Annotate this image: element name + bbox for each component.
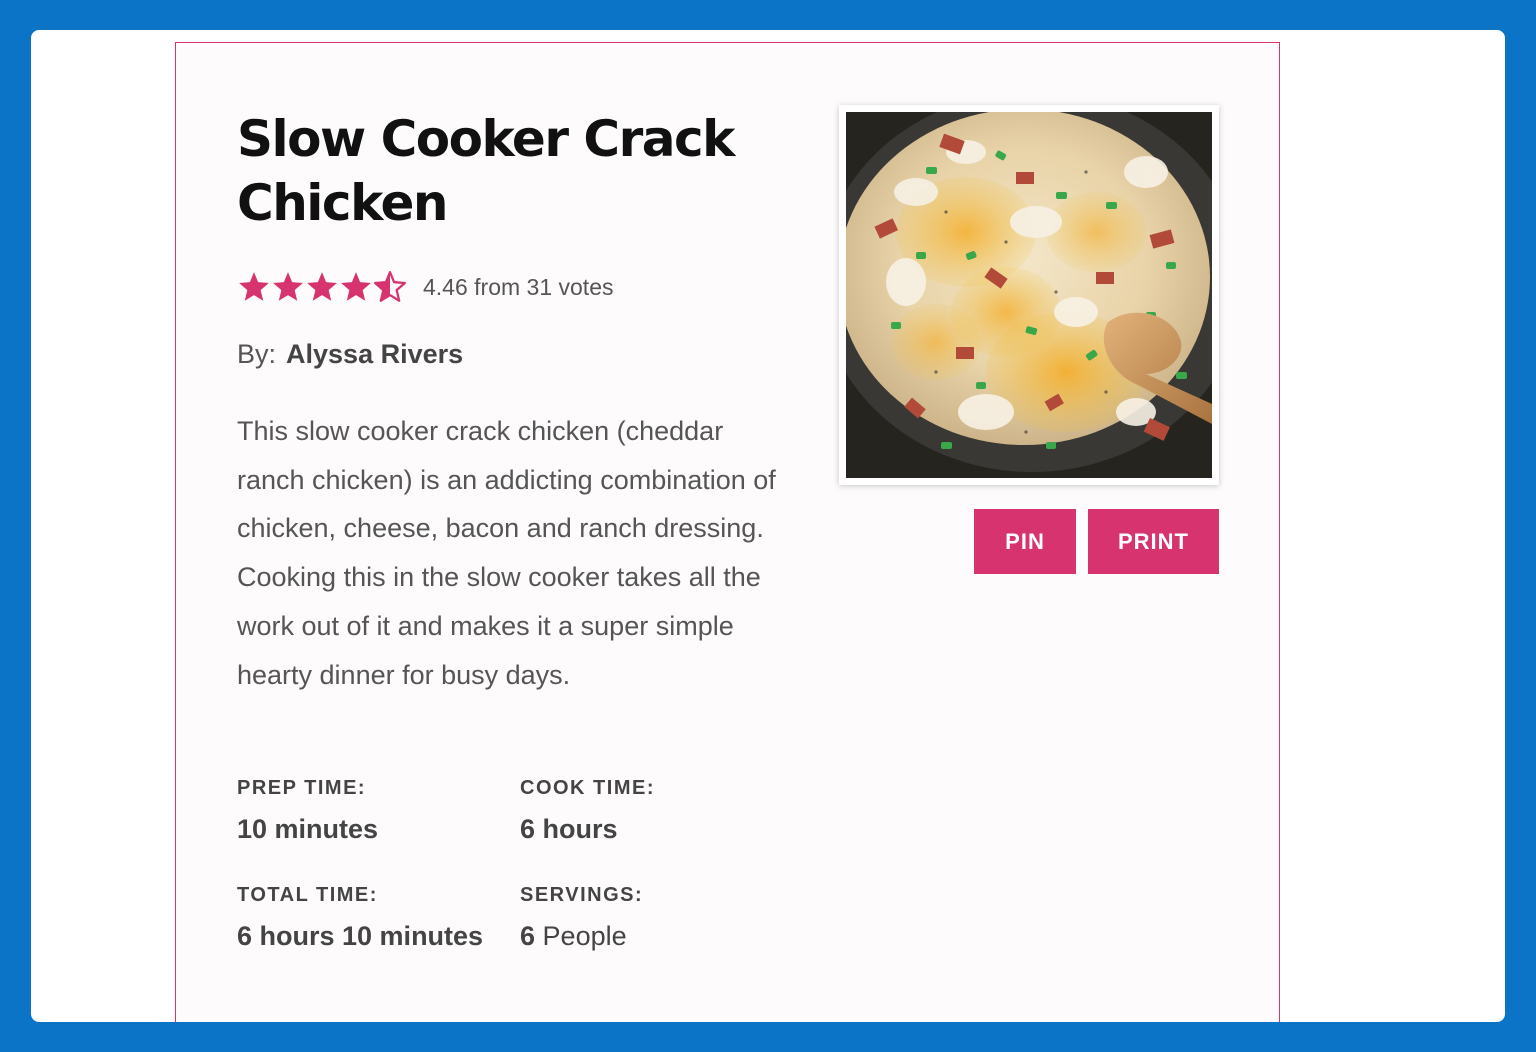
rating-row[interactable]: 4.46 from 31 votes	[237, 269, 614, 305]
total-time: TOTAL TIME: 6 hours 10 minutes	[237, 884, 483, 952]
pin-button[interactable]: PIN	[974, 509, 1076, 574]
star-icon[interactable]	[237, 270, 271, 304]
cook-time-value: 6 hours	[520, 814, 618, 844]
cook-time: COOK TIME: 6 hours	[520, 777, 655, 845]
recipe-photo[interactable]	[839, 105, 1219, 485]
recipe-description: This slow cooker crack chicken (cheddar …	[237, 416, 776, 690]
half-star-icon[interactable]	[373, 270, 407, 304]
recipe-photo-image	[846, 112, 1212, 478]
star-icon[interactable]	[271, 270, 305, 304]
star-icon[interactable]	[339, 270, 373, 304]
recipe-card: Slow Cooker Crack Chicken 4.46 from 31 v…	[175, 42, 1280, 1022]
servings-value[interactable]: 6 People	[520, 921, 643, 952]
total-time-label: TOTAL TIME:	[237, 884, 378, 906]
rating-text: 4.46 from 31 votes	[423, 273, 614, 300]
author-prefix: By:	[237, 339, 277, 369]
star-rating[interactable]	[237, 270, 407, 304]
recipe-title: Slow Cooker Crack Chicken	[237, 110, 735, 232]
servings: SERVINGS: 6 People	[520, 884, 643, 952]
author-name: Alyssa Rivers	[286, 339, 464, 369]
total-time-value: 6 hours 10 minutes	[237, 921, 484, 951]
author-row: By: Alyssa Rivers	[237, 339, 463, 370]
servings-unit: People	[542, 921, 627, 951]
prep-time-value: 10 minutes	[237, 814, 379, 844]
servings-number[interactable]: 6	[520, 921, 535, 951]
cook-time-label: COOK TIME:	[520, 777, 655, 799]
print-button[interactable]: PRINT	[1088, 509, 1219, 574]
prep-time: PREP TIME: 10 minutes	[237, 777, 378, 845]
star-icon[interactable]	[305, 270, 339, 304]
servings-label: SERVINGS:	[520, 884, 644, 906]
page-card: Slow Cooker Crack Chicken 4.46 from 31 v…	[31, 30, 1505, 1022]
prep-time-label: PREP TIME:	[237, 777, 367, 799]
